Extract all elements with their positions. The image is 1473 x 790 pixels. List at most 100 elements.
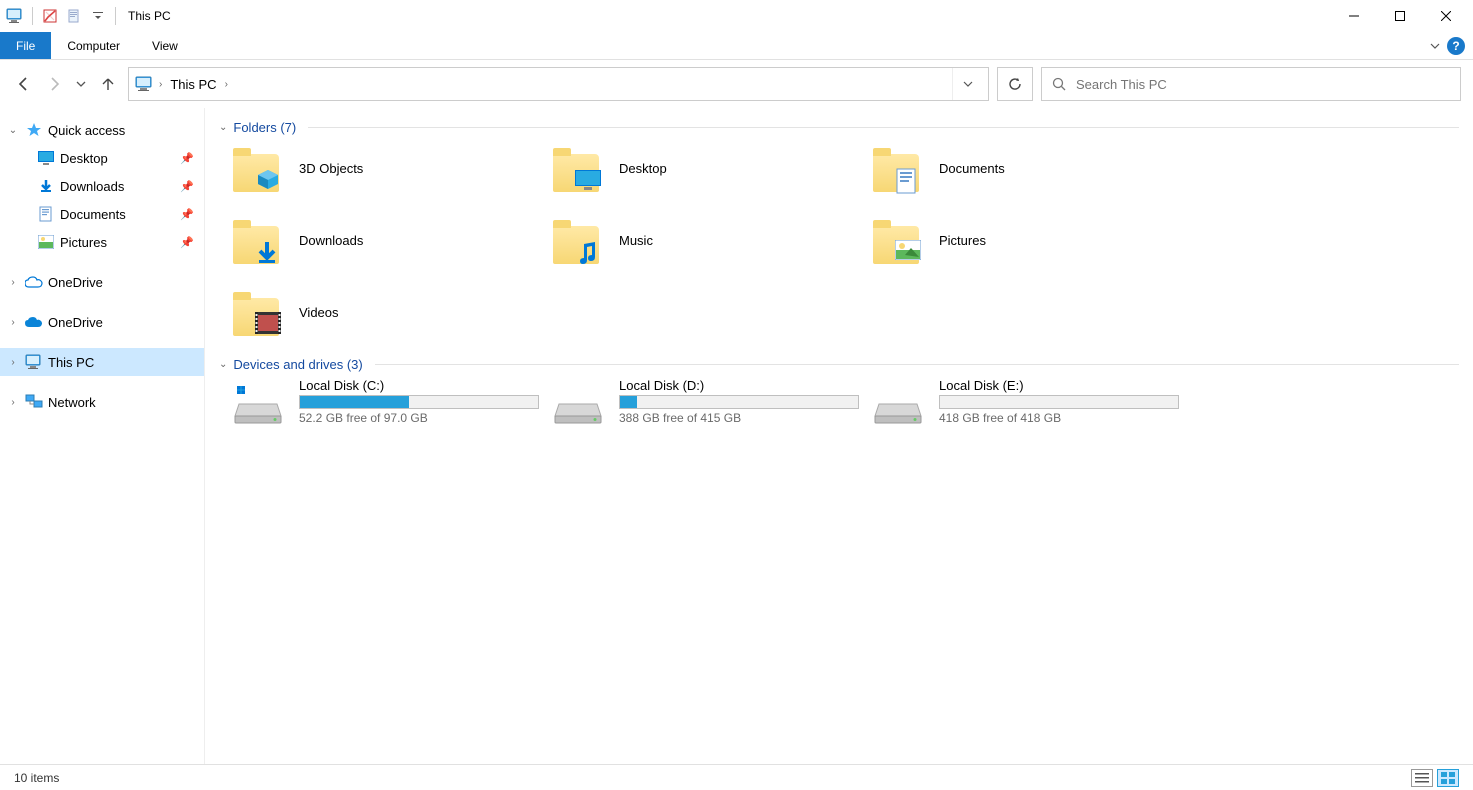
sidebar-item-pictures[interactable]: Pictures 📌	[0, 228, 204, 256]
drive-usage-bar	[619, 395, 859, 409]
chevron-right-icon[interactable]: ›	[6, 317, 20, 328]
address-bar[interactable]: › This PC ›	[128, 67, 989, 101]
sidebar-item-downloads[interactable]: Downloads 📌	[0, 172, 204, 200]
folder-icon	[233, 288, 283, 336]
drives-group-header[interactable]: ⌄ Devices and drives (3)	[219, 357, 1459, 372]
folder-icon	[553, 216, 603, 264]
sidebar-label: OneDrive	[48, 315, 103, 330]
search-box[interactable]	[1041, 67, 1461, 101]
chevron-right-icon[interactable]: ›	[6, 357, 20, 368]
group-title: Folders (7)	[233, 120, 296, 135]
sidebar-this-pc[interactable]: › This PC	[0, 348, 204, 376]
documents-icon	[36, 205, 56, 223]
recent-dropdown-icon[interactable]	[76, 79, 86, 89]
pin-icon: 📌	[180, 208, 194, 221]
search-icon	[1052, 77, 1066, 91]
qat-divider-2	[115, 7, 116, 25]
crumb-chevron-icon[interactable]: ›	[225, 79, 228, 90]
onedrive-icon	[24, 273, 44, 291]
sidebar-label: This PC	[48, 355, 94, 370]
drive-tile[interactable]: Local Disk (E:)418 GB free of 418 GB	[873, 378, 1189, 432]
folder-label: Videos	[299, 305, 339, 320]
folder-label: Desktop	[619, 161, 667, 176]
drive-usage-bar	[299, 395, 539, 409]
chevron-down-icon[interactable]: ⌄	[6, 125, 20, 136]
sidebar-onedrive-2[interactable]: › OneDrive	[0, 308, 204, 336]
sidebar-item-label: Documents	[60, 207, 126, 222]
up-button[interactable]	[100, 76, 116, 92]
ribbon: File Computer View ?	[0, 32, 1473, 60]
address-pc-icon	[135, 76, 155, 92]
sidebar-item-label: Desktop	[60, 151, 108, 166]
drive-icon	[873, 384, 923, 426]
file-tab[interactable]: File	[0, 32, 51, 59]
new-folder-icon[interactable]	[63, 5, 85, 27]
titlebar: This PC	[0, 0, 1473, 32]
chevron-down-icon[interactable]: ⌄	[219, 122, 227, 133]
search-input[interactable]	[1076, 77, 1450, 92]
sidebar-item-label: Pictures	[60, 235, 107, 250]
close-button[interactable]	[1423, 0, 1469, 32]
view-tab[interactable]: View	[136, 32, 194, 59]
properties-icon[interactable]	[39, 5, 61, 27]
folder-tile[interactable]: 3D Objects	[233, 141, 549, 195]
back-button[interactable]	[16, 76, 32, 92]
chevron-right-icon[interactable]: ›	[6, 277, 20, 288]
folder-tile[interactable]: Music	[553, 213, 869, 267]
drive-usage-bar	[939, 395, 1179, 409]
status-item-count: 10 items	[14, 771, 59, 785]
sidebar-quick-access[interactable]: ⌄ Quick access	[0, 116, 204, 144]
sidebar-item-documents[interactable]: Documents 📌	[0, 200, 204, 228]
network-icon	[24, 393, 44, 411]
drive-tile[interactable]: Local Disk (D:)388 GB free of 415 GB	[553, 378, 869, 432]
folder-icon	[233, 144, 283, 192]
ribbon-expand-icon[interactable]	[1429, 40, 1441, 52]
computer-tab[interactable]: Computer	[51, 32, 136, 59]
sidebar-label: OneDrive	[48, 275, 103, 290]
this-pc-icon	[24, 353, 44, 371]
navigation-bar: › This PC ›	[0, 60, 1473, 108]
folder-tile[interactable]: Videos	[233, 285, 549, 339]
folder-label: Music	[619, 233, 653, 248]
drive-free-text: 52.2 GB free of 97.0 GB	[299, 411, 539, 425]
drive-free-text: 418 GB free of 418 GB	[939, 411, 1179, 425]
forward-button[interactable]	[46, 76, 62, 92]
sidebar-item-desktop[interactable]: Desktop 📌	[0, 144, 204, 172]
folder-label: Documents	[939, 161, 1005, 176]
details-view-button[interactable]	[1411, 769, 1433, 787]
folder-tile[interactable]: Downloads	[233, 213, 549, 267]
quick-access-icon	[24, 121, 44, 139]
help-icon[interactable]: ?	[1447, 37, 1465, 55]
pin-icon: 📌	[180, 236, 194, 249]
sidebar-network[interactable]: › Network	[0, 388, 204, 416]
sidebar-label: Quick access	[48, 123, 125, 138]
qat-customize-icon[interactable]	[87, 5, 109, 27]
folder-tile[interactable]: Pictures	[873, 213, 1189, 267]
folder-tile[interactable]: Desktop	[553, 141, 869, 195]
folder-label: Pictures	[939, 233, 986, 248]
chevron-right-icon[interactable]: ›	[6, 397, 20, 408]
crumb-chevron-icon[interactable]: ›	[159, 79, 162, 90]
folder-icon	[553, 144, 603, 192]
folder-tile[interactable]: Documents	[873, 141, 1189, 195]
breadcrumb-this-pc[interactable]: This PC	[166, 77, 220, 92]
minimize-button[interactable]	[1331, 0, 1377, 32]
window-title: This PC	[128, 9, 171, 23]
drive-label: Local Disk (C:)	[299, 378, 539, 393]
maximize-button[interactable]	[1377, 0, 1423, 32]
folder-label: 3D Objects	[299, 161, 363, 176]
folders-group-header[interactable]: ⌄ Folders (7)	[219, 120, 1459, 135]
chevron-down-icon[interactable]: ⌄	[219, 359, 227, 370]
refresh-button[interactable]	[997, 67, 1033, 101]
address-history-dropdown[interactable]	[952, 68, 982, 100]
folders-grid: 3D Objects Desktop Documents Downloads Music…	[219, 141, 1459, 339]
tiles-view-button[interactable]	[1437, 769, 1459, 787]
navigation-pane: ⌄ Quick access Desktop 📌 Downloads 📌 Doc…	[0, 108, 205, 764]
content-pane: ⌄ Folders (7) 3D Objects Desktop Documents…	[205, 108, 1473, 764]
drive-tile[interactable]: Local Disk (C:) 52.2 GB free of 97.0 GB	[233, 378, 549, 432]
group-title: Devices and drives (3)	[233, 357, 362, 372]
drive-icon	[553, 384, 603, 426]
pictures-icon	[36, 233, 56, 251]
desktop-icon	[36, 149, 56, 167]
sidebar-onedrive-1[interactable]: › OneDrive	[0, 268, 204, 296]
